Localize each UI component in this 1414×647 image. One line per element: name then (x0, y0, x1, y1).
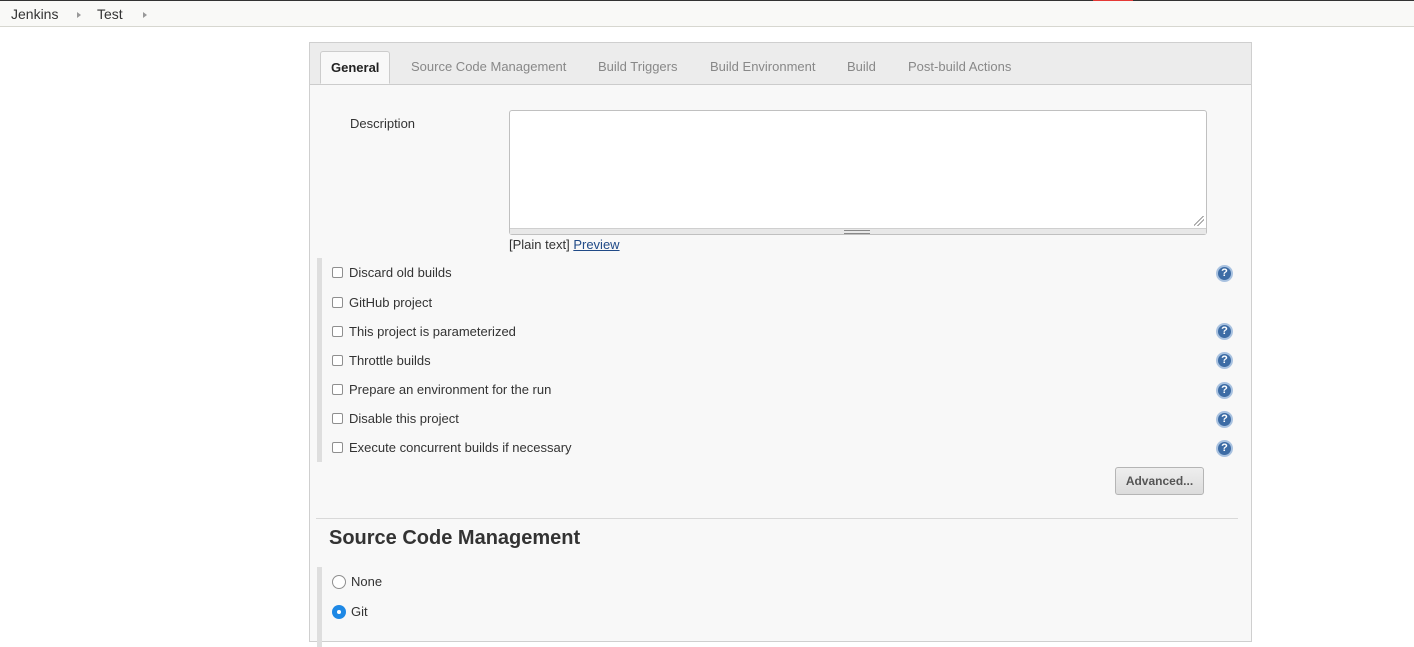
advanced-button[interactable]: Advanced... (1115, 467, 1204, 495)
tab-bar: General Source Code Management Build Tri… (310, 43, 1251, 85)
help-icon[interactable]: ? (1216, 265, 1233, 282)
checkbox[interactable] (332, 325, 343, 337)
options-group-bar (317, 258, 322, 462)
format-label: [Plain text] (509, 237, 570, 252)
description-box (509, 110, 1207, 235)
checkbox[interactable] (332, 266, 343, 278)
option-prepare-environment[interactable]: Prepare an environment for the run (332, 379, 551, 399)
scm-group-bar (317, 567, 322, 647)
radio-label-none: None (351, 574, 383, 589)
tab-build-triggers[interactable]: Build Triggers (598, 59, 677, 74)
breadcrumb-arrow-icon[interactable] (143, 12, 147, 18)
help-icon[interactable]: ? (1216, 440, 1233, 457)
tab-post-build-actions[interactable]: Post-build Actions (908, 59, 1011, 74)
option-github-project[interactable]: GitHub project (332, 292, 432, 312)
resize-grip-icon[interactable] (1194, 216, 1204, 226)
config-panel: General Source Code Management Build Tri… (309, 42, 1252, 647)
tab-build[interactable]: Build (847, 59, 876, 74)
preview-link[interactable]: Preview (573, 237, 619, 252)
resize-handle-icon[interactable] (844, 230, 870, 234)
checkbox[interactable] (332, 383, 343, 395)
tab-build-environment[interactable]: Build Environment (710, 59, 816, 74)
option-concurrent-builds[interactable]: Execute concurrent builds if necessary (332, 437, 572, 457)
scm-section-title: Source Code Management (329, 527, 581, 549)
breadcrumb-test[interactable]: Test (97, 6, 123, 22)
checkbox[interactable] (332, 354, 343, 366)
tab-general[interactable]: General (320, 51, 391, 84)
radio-scm-none[interactable] (332, 575, 346, 589)
radio-label-git: Git (351, 604, 368, 619)
help-icon[interactable]: ? (1216, 352, 1233, 369)
section-divider (316, 518, 1238, 519)
radio-scm-git[interactable] (332, 605, 346, 619)
help-icon[interactable]: ? (1216, 382, 1233, 399)
option-parameterized[interactable]: This project is parameterized (332, 321, 516, 341)
description-format: [Plain text] Preview (509, 237, 620, 252)
description-textarea[interactable] (510, 111, 1206, 230)
checkbox[interactable] (332, 441, 343, 453)
description-label: Description (350, 116, 416, 131)
tab-source-code-management[interactable]: Source Code Management (411, 59, 566, 74)
help-icon[interactable]: ? (1216, 323, 1233, 340)
breadcrumb-jenkins[interactable]: Jenkins (11, 6, 58, 22)
option-discard-old-builds[interactable]: Discard old builds (332, 262, 452, 282)
option-throttle-builds[interactable]: Throttle builds (332, 350, 431, 370)
checkbox[interactable] (332, 412, 343, 424)
description-resize-bar[interactable] (510, 228, 1206, 234)
checkbox[interactable] (332, 296, 343, 308)
help-icon[interactable]: ? (1216, 411, 1233, 428)
option-disable-project[interactable]: Disable this project (332, 408, 459, 428)
breadcrumb-arrow-icon[interactable] (77, 12, 81, 18)
breadcrumb: Jenkins Test (0, 1, 1414, 27)
